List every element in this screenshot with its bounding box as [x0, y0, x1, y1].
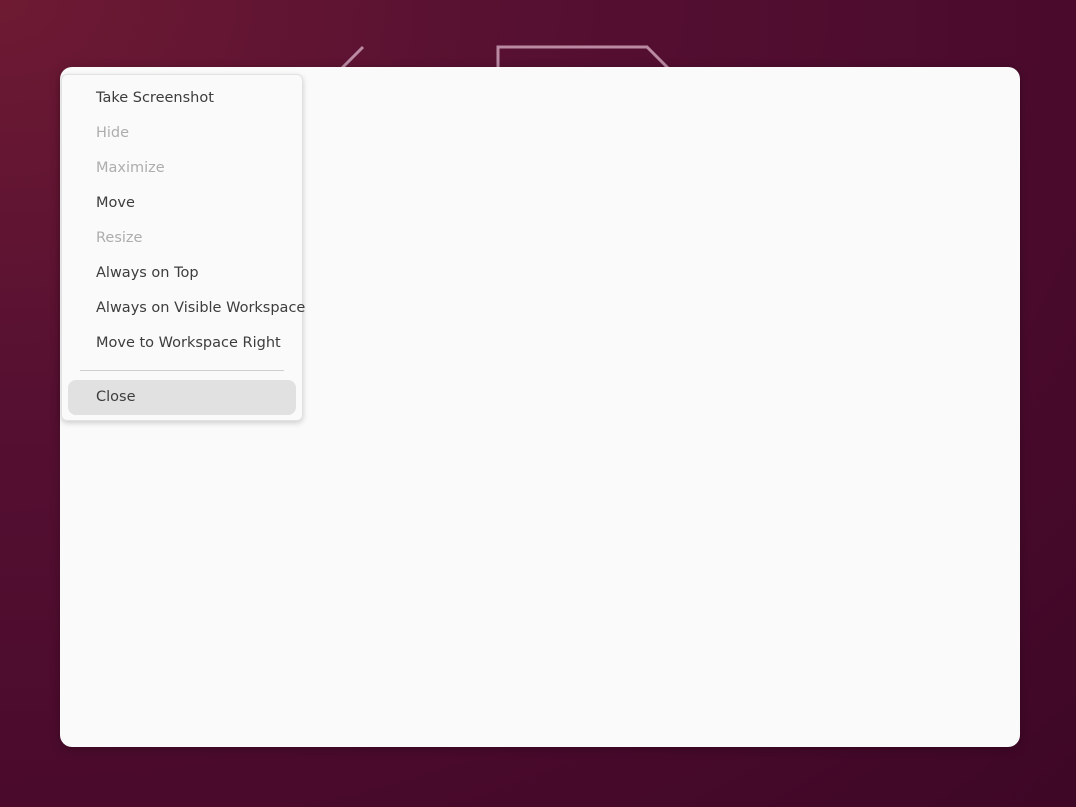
- menu-item-move-to-workspace-right[interactable]: Move to Workspace Right: [68, 326, 296, 361]
- menu-item-maximize: Maximize: [96, 160, 165, 176]
- menu-item-move[interactable]: Move: [68, 186, 296, 221]
- window-context-menu: Take Screenshot Hide Maximize Move Resiz…: [61, 74, 305, 421]
- menu-item-take-screenshot[interactable]: Take Screenshot: [68, 81, 296, 116]
- desktop-background: Take Screenshot Hide Maximize Move Resiz…: [0, 0, 1076, 807]
- menu-item-always-on-top[interactable]: Always on Top: [68, 256, 296, 291]
- menu-item-hide: Hide: [96, 125, 130, 141]
- menu-item-resize: Resize: [96, 230, 143, 246]
- menu-item-close[interactable]: Close: [68, 380, 296, 415]
- menu-item-always-on-visible-workspace[interactable]: Always on Visible Workspace: [68, 291, 305, 326]
- menu-separator: [80, 370, 284, 371]
